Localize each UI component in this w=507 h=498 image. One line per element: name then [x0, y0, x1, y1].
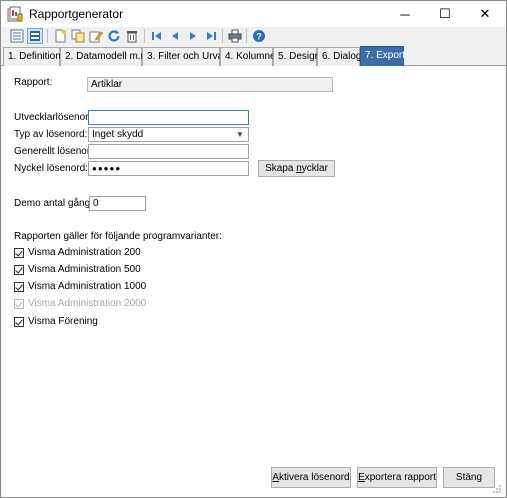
export-panel: Rapport: Artiklar Utvecklarlösenord: Typ…: [2, 66, 505, 497]
window-title: Rapportgenerator: [29, 7, 124, 21]
copy-icon[interactable]: [70, 28, 86, 44]
list-view-icon[interactable]: [9, 28, 25, 44]
checkbox-icon[interactable]: [14, 316, 24, 327]
variant-checkbox-forening[interactable]: Visma Förening: [14, 315, 98, 328]
generellt-password-input[interactable]: [88, 144, 249, 159]
variant-checkbox-500[interactable]: Visma Administration 500: [14, 263, 141, 276]
nyckel-label: Nyckel lösenord:: [14, 163, 88, 174]
demo-count-input[interactable]: 0: [89, 196, 146, 211]
form-view-icon[interactable]: [27, 28, 43, 44]
variant-checkbox-1000[interactable]: Visma Administration 1000: [14, 280, 146, 293]
exportera-rapport-button[interactable]: Exportera rapport: [357, 467, 437, 488]
variant-checkbox-2000: Visma Administration 2000: [14, 297, 146, 310]
resize-grip-icon[interactable]: [492, 484, 502, 494]
tab-kolumner[interactable]: 4. Kolumner: [220, 47, 279, 66]
password-type-select[interactable]: Inget skydd ▼: [88, 127, 249, 142]
edit-icon[interactable]: [88, 28, 104, 44]
tab-export[interactable]: 7. Export: [360, 46, 405, 66]
chevron-down-icon[interactable]: ▼: [233, 129, 247, 140]
checkbox-icon[interactable]: [14, 247, 24, 258]
toolbar: ?: [1, 27, 506, 45]
tab-strip: 1. Definition 2. Datamodell m.m. 3. Filt…: [1, 46, 506, 66]
rapport-label: Rapport:: [14, 77, 53, 88]
refresh-icon[interactable]: [106, 28, 122, 44]
variants-heading: Rapporten gäller för följande programvar…: [14, 231, 222, 242]
print-icon[interactable]: [227, 28, 243, 44]
first-record-icon[interactable]: [149, 28, 165, 44]
aktivera-losenord-button[interactable]: Aktivera lösenord: [271, 467, 351, 488]
help-icon[interactable]: ?: [251, 28, 267, 44]
app-window: Rapportgenerator ─ ☐ ✕ ? 1. Definition 2…: [0, 0, 507, 498]
title-bar: Rapportgenerator ─ ☐ ✕: [1, 1, 506, 27]
utvecklar-label: Utvecklarlösenord:: [14, 112, 97, 123]
tab-design[interactable]: 5. Design: [273, 47, 320, 66]
minimize-button[interactable]: ─: [385, 1, 425, 27]
delete-icon[interactable]: [124, 28, 140, 44]
stang-button[interactable]: Stäng: [443, 467, 495, 488]
tab-definition[interactable]: 1. Definition: [3, 47, 61, 66]
tab-datamodell[interactable]: 2. Datamodell m.m.: [60, 47, 152, 66]
utvecklar-password-input[interactable]: [88, 110, 249, 125]
svg-text:?: ?: [256, 32, 262, 42]
generellt-label: Generellt lösenord:: [14, 146, 99, 157]
next-record-icon[interactable]: [185, 28, 201, 44]
tab-dialog[interactable]: 6. Dialog: [317, 47, 361, 66]
report-app-icon: [7, 6, 23, 22]
password-type-value: Inget skydd: [92, 129, 144, 140]
new-report-icon[interactable]: [52, 28, 68, 44]
checkbox-icon[interactable]: [14, 281, 24, 292]
skapa-nycklar-button[interactable]: Skapa nycklar: [258, 160, 335, 177]
variant-checkbox-200[interactable]: Visma Administration 200: [14, 246, 141, 259]
typ-label: Typ av lösenord:: [14, 129, 88, 140]
nyckel-password-input[interactable]: ●●●●●: [88, 161, 249, 176]
previous-record-icon[interactable]: [167, 28, 183, 44]
close-button[interactable]: ✕: [465, 1, 505, 27]
checkbox-icon: [14, 298, 24, 309]
tab-filter-urval[interactable]: 3. Filter och Urval: [142, 47, 225, 66]
last-record-icon[interactable]: [203, 28, 219, 44]
rapport-field: Artiklar: [87, 77, 333, 92]
maximize-button[interactable]: ☐: [425, 1, 465, 27]
checkbox-icon[interactable]: [14, 264, 24, 275]
